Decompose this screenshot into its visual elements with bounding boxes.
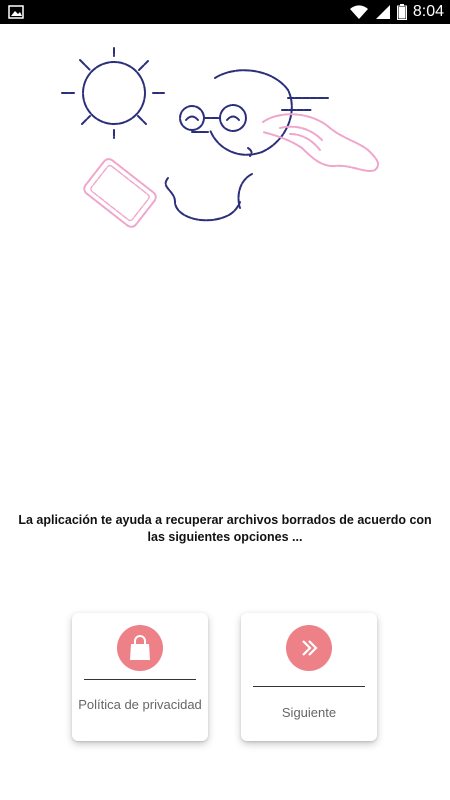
next-card[interactable]: Siguiente (241, 613, 377, 741)
shopping-bag-icon (130, 635, 150, 660)
wifi-icon (349, 5, 368, 19)
next-icon-circle (286, 625, 332, 671)
battery-icon (396, 4, 407, 20)
card-divider (84, 679, 196, 680)
info-message: La aplicación te ayuda a recuperar archi… (18, 513, 432, 544)
image-notification-icon (8, 5, 24, 19)
privacy-icon-circle (117, 625, 163, 671)
card-divider (253, 686, 365, 687)
status-bar: 8:04 (0, 0, 450, 24)
privacy-policy-label: Política de privacidad (78, 697, 202, 712)
signal-icon (375, 5, 390, 19)
girl-with-sun-and-phone-illustration (61, 47, 379, 228)
status-time: 8:04 (412, 3, 444, 20)
privacy-policy-card[interactable]: Política de privacidad (72, 613, 208, 741)
double-chevron-right-icon (302, 640, 318, 656)
next-label: Siguiente (281, 705, 337, 720)
